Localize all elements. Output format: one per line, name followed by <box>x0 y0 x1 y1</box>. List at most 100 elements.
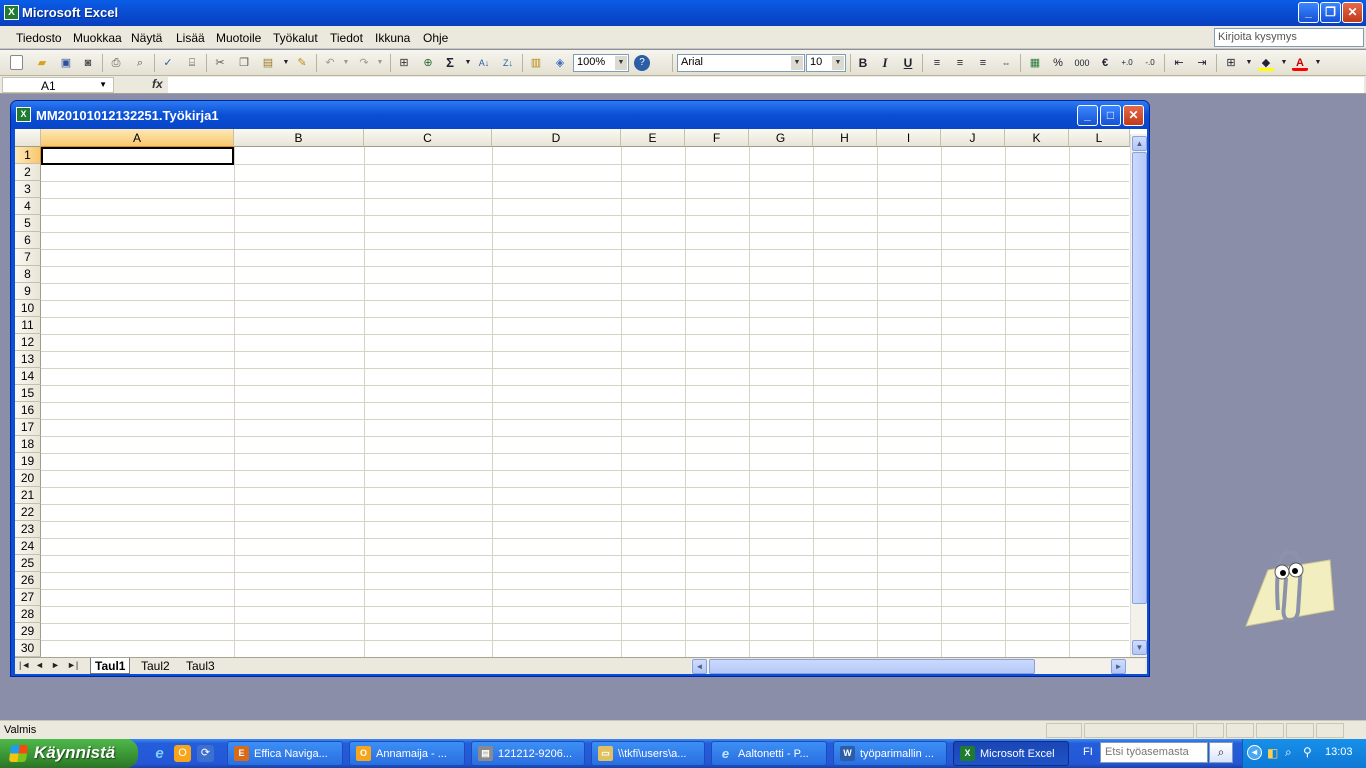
row-header[interactable]: 24 <box>15 538 41 555</box>
row-header[interactable]: 13 <box>15 351 41 368</box>
chevron-down-icon[interactable]: ▼ <box>460 55 476 71</box>
taskbar-button-document[interactable]: ▤ 121212-9206... <box>471 741 585 766</box>
tray-app-icon[interactable]: ◧ <box>1267 746 1278 760</box>
clock[interactable]: 13:03 <box>1325 746 1353 758</box>
decrease-indent-icon[interactable]: ⇤ <box>1171 55 1187 71</box>
fill-color-icon[interactable]: ◆ <box>1258 55 1274 71</box>
currency-icon[interactable]: ▦ <box>1027 55 1043 71</box>
print-preview-icon[interactable]: ⌕ <box>132 55 148 71</box>
font-select[interactable]: Arial ▼ <box>677 54 805 72</box>
ie-icon[interactable]: e <box>151 745 168 762</box>
italic-button[interactable]: I <box>877 55 893 71</box>
horizontal-scroll-thumb[interactable] <box>709 659 1035 674</box>
opera-icon[interactable]: O <box>174 745 191 762</box>
start-button[interactable]: Käynnistä <box>0 739 138 768</box>
chevron-left-icon[interactable]: ◄ <box>1247 745 1262 760</box>
row-header[interactable]: 8 <box>15 266 41 283</box>
font-color-icon[interactable]: A <box>1292 55 1308 71</box>
increase-decimal-icon[interactable]: +.0 <box>1119 55 1135 71</box>
row-header[interactable]: 11 <box>15 317 41 334</box>
language-indicator[interactable]: FI <box>1083 746 1093 758</box>
close-button[interactable]: ✕ <box>1342 2 1363 23</box>
row-header[interactable]: 4 <box>15 198 41 215</box>
menu-lisaa[interactable]: Lisää <box>176 31 205 45</box>
merge-center-icon[interactable]: ⇔ <box>998 55 1014 71</box>
column-header[interactable]: G <box>749 129 813 147</box>
print-icon[interactable]: ⎙ <box>108 55 124 71</box>
redo-icon[interactable]: ↷ <box>356 55 372 71</box>
decrease-decimal-icon[interactable]: -.0 <box>1142 55 1158 71</box>
name-box[interactable]: A1 ▼ <box>2 77 114 93</box>
row-header[interactable]: 30 <box>15 640 41 657</box>
workbook-minimize-button[interactable]: _ <box>1077 105 1098 126</box>
percent-button[interactable]: % <box>1050 55 1066 71</box>
cut-icon[interactable]: ✂ <box>212 55 228 71</box>
last-sheet-icon[interactable]: ►| <box>67 660 78 670</box>
align-center-icon[interactable]: ≡ <box>952 55 968 71</box>
taskbar-button-aaltonetti[interactable]: e Aaltonetti - P... <box>711 741 827 766</box>
spreadsheet-grid[interactable]: A B C D E F G H I J K L 1 2 3 4 5 6 7 8 … <box>15 129 1147 674</box>
menu-tiedosto[interactable]: Tiedosto <box>16 31 62 45</box>
select-all-corner[interactable] <box>15 129 41 147</box>
row-header[interactable]: 2 <box>15 164 41 181</box>
sheet-tab-taul1[interactable]: Taul1 <box>90 658 131 674</box>
search-icon[interactable]: ⌕ <box>1209 742 1233 763</box>
chevron-down-icon[interactable]: ▼ <box>278 55 294 71</box>
undo-icon[interactable]: ↶ <box>322 55 338 71</box>
restore-button[interactable]: ❐ <box>1320 2 1341 23</box>
menu-muotoile[interactable]: Muotoile <box>216 31 261 45</box>
autosum-icon[interactable]: Σ <box>442 55 458 71</box>
column-header[interactable]: F <box>685 129 749 147</box>
format-painter-icon[interactable]: ✎ <box>294 55 310 71</box>
row-header[interactable]: 18 <box>15 436 41 453</box>
tray-search-icon[interactable]: ⌕ <box>1285 745 1292 760</box>
row-header[interactable]: 14 <box>15 368 41 385</box>
scroll-down-icon[interactable]: ▼ <box>1132 640 1147 655</box>
tray-network-icon[interactable]: ⚲ <box>1303 745 1312 759</box>
open-icon[interactable]: ▰ <box>34 55 50 71</box>
scroll-left-icon[interactable]: ◄ <box>692 659 707 674</box>
desktop-search-input[interactable]: Etsi työasemasta <box>1100 742 1208 763</box>
workbook-maximize-button[interactable]: □ <box>1100 105 1121 126</box>
sort-ascending-icon[interactable]: A↓ <box>476 55 492 71</box>
row-header[interactable]: 26 <box>15 572 41 589</box>
vertical-scroll-thumb[interactable] <box>1132 152 1147 604</box>
scroll-up-icon[interactable]: ▲ <box>1132 136 1147 151</box>
row-header[interactable]: 29 <box>15 623 41 640</box>
chart-wizard-icon[interactable]: ▥ <box>528 55 544 71</box>
font-size-select[interactable]: 10 ▼ <box>806 54 846 72</box>
bold-button[interactable]: B <box>855 55 871 71</box>
underline-button[interactable]: U <box>900 55 916 71</box>
euro-button[interactable]: € <box>1097 55 1113 71</box>
row-header[interactable]: 28 <box>15 606 41 623</box>
taskbar-button-folder[interactable]: ▭ \\tkfi\users\a... <box>591 741 705 766</box>
chevron-down-icon[interactable]: ▼ <box>338 55 354 71</box>
row-header[interactable]: 12 <box>15 334 41 351</box>
chevron-down-icon[interactable]: ▼ <box>1241 55 1257 71</box>
active-cell[interactable] <box>41 147 234 165</box>
drawing-icon[interactable]: ◈ <box>552 55 568 71</box>
column-header[interactable]: B <box>234 129 364 147</box>
column-header[interactable]: A <box>41 129 234 147</box>
increase-indent-icon[interactable]: ⇥ <box>1194 55 1210 71</box>
workbook-close-button[interactable]: ✕ <box>1123 105 1144 126</box>
new-icon[interactable] <box>10 55 23 70</box>
column-header[interactable]: E <box>621 129 685 147</box>
row-header[interactable]: 15 <box>15 385 41 402</box>
chevron-down-icon[interactable]: ▼ <box>1310 55 1326 71</box>
row-header[interactable]: 17 <box>15 419 41 436</box>
first-sheet-icon[interactable]: |◄ <box>19 660 30 670</box>
sheet-tab-taul3[interactable]: Taul3 <box>182 658 219 674</box>
permission-icon[interactable]: ◙ <box>80 55 96 71</box>
row-header[interactable]: 1 <box>15 147 41 164</box>
column-header[interactable]: J <box>941 129 1005 147</box>
row-header[interactable]: 3 <box>15 181 41 198</box>
ask-question-input[interactable]: Kirjoita kysymys <box>1214 28 1364 47</box>
chevron-down-icon[interactable]: ▼ <box>1276 55 1292 71</box>
row-header[interactable]: 19 <box>15 453 41 470</box>
chevron-down-icon[interactable]: ▼ <box>99 80 107 89</box>
menu-ohje[interactable]: Ohje <box>423 31 448 45</box>
save-icon[interactable]: ▣ <box>58 55 74 71</box>
align-left-icon[interactable]: ≡ <box>929 55 945 71</box>
menu-tiedot[interactable]: Tiedot <box>330 31 363 45</box>
